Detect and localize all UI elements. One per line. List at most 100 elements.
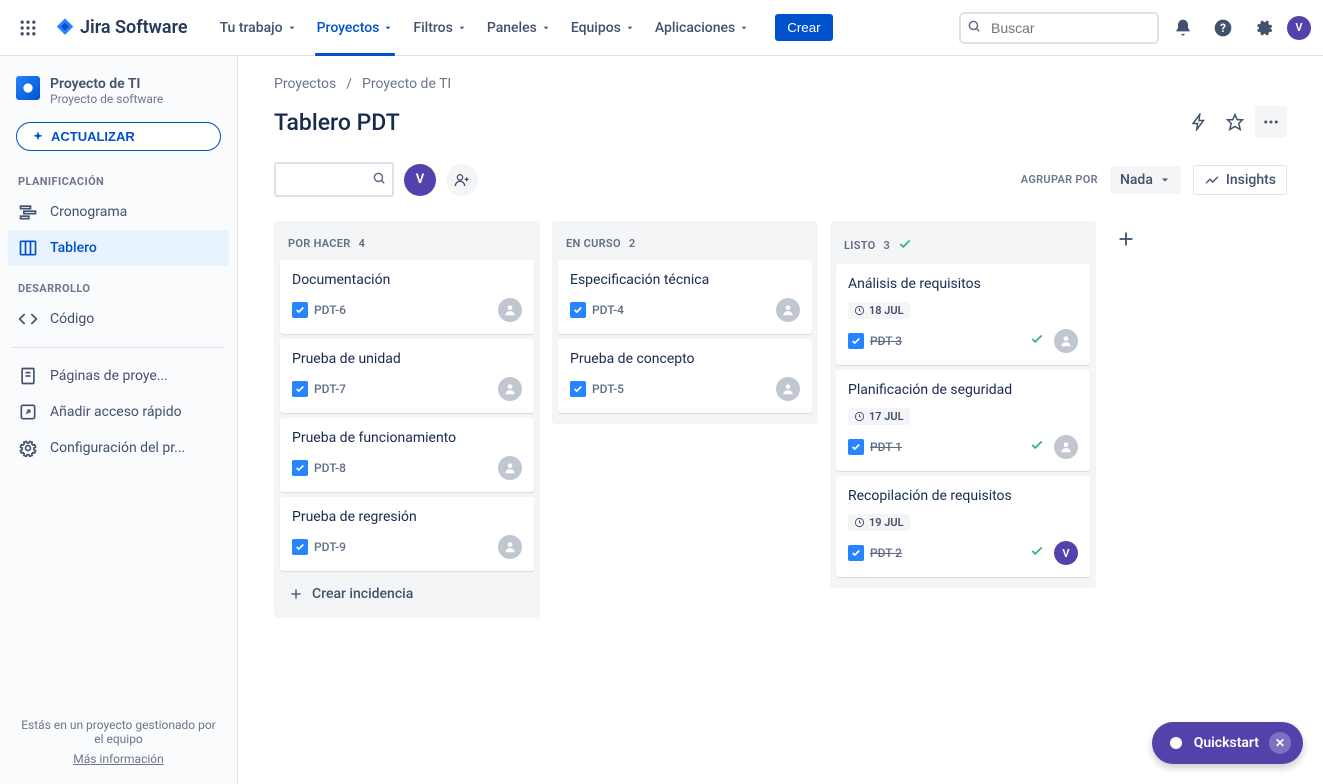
issue-card[interactable]: Análisis de requisitos18 JUL PDT-3 [836,264,1090,365]
sidebar-item-shortcut[interactable]: Añadir acceso rápido [8,394,229,430]
nav-item-label: Tu trabajo [220,20,283,36]
search-input[interactable] [959,12,1159,44]
sidebar-item-board[interactable]: Tablero [8,230,229,266]
card-key: PDT-2 [870,546,902,560]
issue-card[interactable]: Prueba de funcionamiento PDT-8 [280,418,534,492]
nav-item-proyectos[interactable]: Proyectos [307,14,404,42]
done-check-icon [1030,438,1044,456]
task-type-icon [570,302,586,318]
nav-item-filtros[interactable]: Filtros [403,14,476,42]
notifications-icon[interactable] [1167,12,1199,44]
quickstart-button[interactable]: Quickstart ✕ [1152,722,1303,764]
sidebar-item-timeline[interactable]: Cronograma [8,194,229,230]
column-por-hacer: POR HACER 4 Documentación PDT-6 Prueba d… [274,221,540,618]
chevron-down-icon [625,23,635,33]
shortcut-icon [18,402,38,422]
nav-item-tu-trabajo[interactable]: Tu trabajo [210,14,307,42]
automation-icon[interactable] [1183,106,1215,138]
done-check-icon [1030,332,1044,350]
logo-text: Jira Software [80,17,188,38]
main-content: Proyectos / Proyecto de TI Tablero PDT V… [238,56,1323,784]
column-count: 2 [629,237,636,250]
issue-card[interactable]: Prueba de regresión PDT-9 [280,497,534,571]
star-icon[interactable] [1219,106,1251,138]
done-check-icon [1030,544,1044,562]
nav-item-equipos[interactable]: Equipos [561,14,645,42]
create-issue-button[interactable]: Crear incidencia [280,576,534,612]
search-icon [372,171,386,189]
chevron-down-icon [287,23,297,33]
column-title: LISTO [844,239,876,252]
assignee-avatar[interactable]: V [1054,541,1078,565]
card-title: Prueba de regresión [292,509,522,525]
sidebar-item-pages[interactable]: Páginas de proye... [8,358,229,394]
issue-card[interactable]: Prueba de concepto PDT-5 [558,339,812,413]
more-icon[interactable] [1255,106,1287,138]
column-header[interactable]: LISTO 3 [836,227,1090,264]
create-button[interactable]: Crear [775,14,832,41]
upgrade-button[interactable]: ACTUALIZAR [16,122,221,151]
board-toolbar: V AGRUPAR POR Nada Insights [274,162,1287,197]
add-user-button[interactable] [446,164,478,196]
task-type-icon [292,302,308,318]
card-key: PDT-3 [870,334,902,348]
quickstart-label: Quickstart [1194,735,1259,751]
board-search[interactable] [274,162,394,197]
add-column-button[interactable] [1108,221,1144,257]
project-subtitle: Proyecto de software [50,92,163,106]
unassigned-avatar[interactable] [498,298,522,322]
card-title: Prueba de funcionamiento [292,430,522,446]
nav-item-label: Paneles [487,20,537,36]
clock-icon [854,305,865,316]
card-key: PDT-4 [592,303,624,317]
nav-item-aplicaciones[interactable]: Aplicaciones [645,14,759,42]
board-label: Tablero [50,240,97,256]
task-type-icon [848,439,864,455]
insights-button[interactable]: Insights [1193,165,1287,195]
issue-card[interactable]: Recopilación de requisitos 19 JUL PDT-2 V [836,476,1090,577]
user-avatar[interactable]: V [1287,16,1311,40]
card-key: PDT-1 [870,440,902,454]
card-key: PDT-8 [314,461,346,475]
unassigned-avatar[interactable] [1054,329,1078,353]
unassigned-avatar[interactable] [498,456,522,480]
svg-text:?: ? [1220,21,1226,35]
column-header[interactable]: POR HACER 4 [280,227,534,260]
date-badge: 19 JUL [848,514,910,531]
lightbulb-icon [1168,735,1184,751]
issue-card[interactable]: Prueba de unidad PDT-7 [280,339,534,413]
sidebar-item-code[interactable]: Código [8,301,229,337]
sidebar-separator [12,347,225,348]
breadcrumb-current[interactable]: Proyecto de TI [362,76,451,92]
filter-avatar[interactable]: V [404,164,436,196]
sidebar-item-settings[interactable]: Configuración del pr... [8,430,229,466]
group-by-value: Nada [1120,172,1153,188]
group-by-label: AGRUPAR POR [1021,173,1098,186]
card-title: Recopilación de requisitos [848,488,1078,504]
jira-logo[interactable]: Jira Software [48,17,194,39]
search-icon [967,19,981,37]
unassigned-avatar[interactable] [776,298,800,322]
footer-link[interactable]: Más información [18,752,219,766]
breadcrumb-root[interactable]: Proyectos [274,76,336,92]
project-icon [16,76,40,100]
column-listo: LISTO 3 Análisis de requisitos18 JUL PDT… [830,221,1096,588]
nav-item-paneles[interactable]: Paneles [477,14,561,42]
group-by-dropdown[interactable]: Nada [1110,166,1181,194]
footer-text: Estás en un proyecto gestionado por el e… [18,718,219,746]
issue-card[interactable]: Documentación PDT-6 [280,260,534,334]
app-switcher-icon[interactable] [12,12,44,44]
unassigned-avatar[interactable] [1054,435,1078,459]
settings-icon[interactable] [1247,12,1279,44]
issue-card[interactable]: Planificación de seguridad17 JUL PDT-1 [836,370,1090,471]
unassigned-avatar[interactable] [498,535,522,559]
project-header[interactable]: Proyecto de TI Proyecto de software [8,76,229,122]
column-header[interactable]: EN CURSO 2 [558,227,812,260]
close-icon[interactable]: ✕ [1269,732,1291,754]
unassigned-avatar[interactable] [498,377,522,401]
help-icon[interactable]: ? [1207,12,1239,44]
chevron-down-icon [541,23,551,33]
unassigned-avatar[interactable] [776,377,800,401]
issue-card[interactable]: Especificación técnica PDT-4 [558,260,812,334]
global-search[interactable] [959,12,1159,44]
